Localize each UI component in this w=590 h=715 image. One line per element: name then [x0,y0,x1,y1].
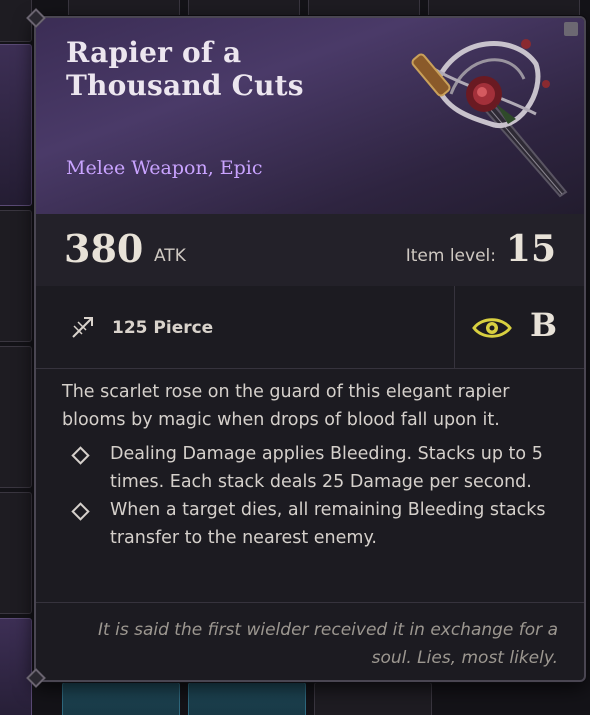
inventory-slot[interactable] [62,682,180,715]
item-body: The scarlet rose on the guard of this el… [62,378,562,552]
effect-text: Dealing Damage applies Bleeding. Stacks … [110,444,543,492]
effect-item: Dealing Damage applies Bleeding. Stacks … [62,440,562,496]
divider [36,602,584,603]
inventory-slot[interactable] [0,44,32,206]
inventory-slot[interactable] [314,682,432,715]
item-type: Melee Weapon, Epic [66,157,263,179]
rapier-icon [411,39,568,198]
item-tooltip: Rapier of a Thousand Cuts Melee Weapon, … [34,16,586,682]
inventory-slot[interactable] [0,618,32,715]
pierce-stat: 125 Pierce [112,318,214,338]
inventory-slot[interactable] [0,210,32,342]
inventory-slot[interactable] [188,682,306,715]
item-level-value: 15 [505,228,556,270]
close-icon[interactable] [564,22,578,36]
eye-icon [472,318,512,338]
inventory-slot[interactable] [0,346,32,488]
diamond-bullet-icon [71,446,90,465]
item-lore: It is said the first wielder received it… [98,620,558,668]
inventory-slot[interactable] [0,0,32,42]
inventory-slot[interactable] [0,492,32,614]
pierce-icon [72,317,93,338]
item-level-label: Item level: [405,246,496,266]
divider [454,286,455,368]
game-screen: Rapier of a Thousand Cuts Melee Weapon, … [0,0,590,715]
attack-label: ATK [154,246,186,266]
item-description: The scarlet rose on the guard of this el… [62,382,510,430]
diamond-bullet-icon [71,502,90,521]
item-name: Rapier of a Thousand Cuts [66,36,304,102]
tooltip-header: Rapier of a Thousand Cuts Melee Weapon, … [36,18,584,215]
effect-text: When a target dies, all remaining Bleedi… [110,500,546,548]
scaling-grade: B [530,306,558,344]
attribute-row: 125 Pierce B [36,286,584,369]
attack-value: 380 [64,226,144,271]
effect-item: When a target dies, all remaining Bleedi… [62,496,562,552]
stats-row: 380 ATK Item level: 15 [36,214,584,287]
